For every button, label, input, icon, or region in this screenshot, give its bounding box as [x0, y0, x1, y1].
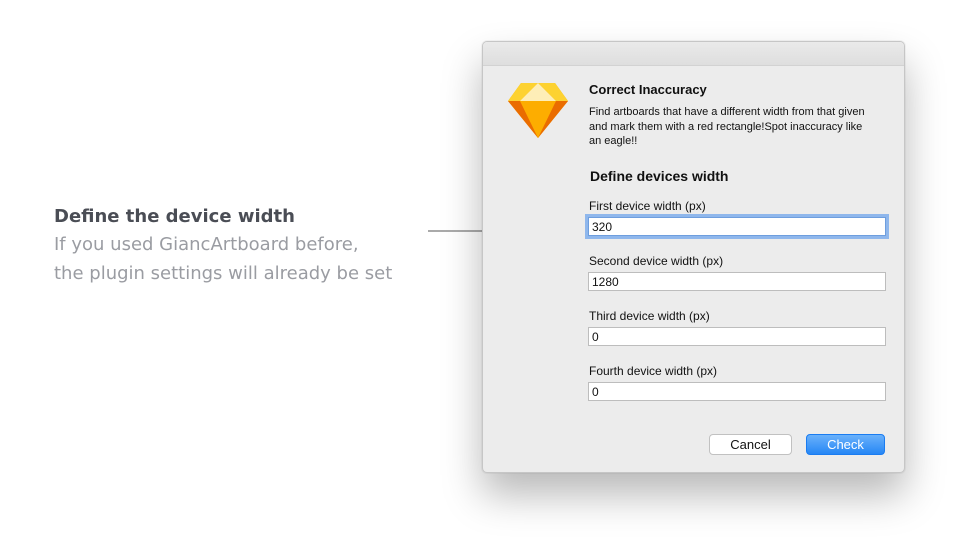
third-width-input[interactable] [588, 327, 886, 346]
caption: Define the device width If you used Gian… [54, 203, 434, 288]
first-width-input[interactable] [588, 217, 886, 236]
second-width-input[interactable] [588, 272, 886, 291]
second-width-label: Second device width (px) [589, 254, 724, 268]
dialog-titlebar[interactable] [483, 42, 904, 66]
first-width-label: First device width (px) [589, 199, 706, 213]
plugin-description: Find artboards that have a different wid… [589, 106, 865, 147]
fourth-width-label: Fourth device width (px) [589, 364, 718, 378]
caption-title: Define the device width [54, 206, 295, 227]
sketch-diamond-icon [508, 83, 568, 138]
plugin-dialog: Correct Inaccuracy Find artboards that h… [482, 41, 905, 473]
caption-line-2: the plugin settings will already be set [54, 263, 393, 284]
caption-line-1: If you used GiancArtboard before, [54, 234, 359, 255]
fourth-width-input[interactable] [588, 382, 886, 401]
cancel-button[interactable]: Cancel [709, 434, 792, 455]
third-width-label: Third device width (px) [589, 309, 710, 323]
plugin-title: Correct Inaccuracy [589, 82, 707, 97]
check-button[interactable]: Check [806, 434, 885, 455]
section-heading: Define devices width [590, 168, 729, 184]
